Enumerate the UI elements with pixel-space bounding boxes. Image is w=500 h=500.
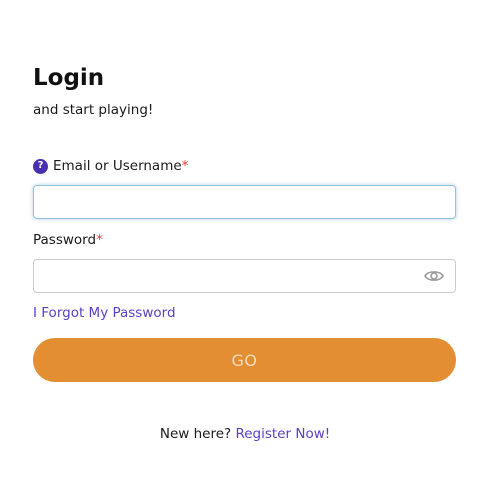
email-label-row: ? Email or Username *	[33, 157, 188, 175]
login-page: Login and start playing! ? Email or User…	[0, 0, 500, 500]
page-title: Login	[33, 65, 105, 91]
password-required-mark: *	[96, 232, 103, 248]
email-required-mark: *	[181, 158, 189, 174]
password-label: Password	[33, 232, 97, 248]
password-label-row: Password *	[33, 231, 103, 249]
register-link[interactable]: Register Now!	[235, 426, 330, 442]
help-icon[interactable]: ?	[33, 158, 48, 174]
forgot-password-link[interactable]: I Forgot My Password	[33, 304, 176, 322]
eye-icon[interactable]	[423, 266, 445, 286]
email-field[interactable]	[33, 185, 456, 219]
register-prompt: New here? Register Now!	[0, 425, 490, 443]
email-label: Email or Username	[53, 158, 182, 174]
eye-icon-svg	[424, 271, 444, 281]
go-button[interactable]: GO	[33, 338, 456, 382]
register-prompt-text: New here?	[159, 426, 236, 442]
page-subtitle: and start playing!	[33, 102, 154, 118]
password-field[interactable]	[33, 259, 456, 293]
